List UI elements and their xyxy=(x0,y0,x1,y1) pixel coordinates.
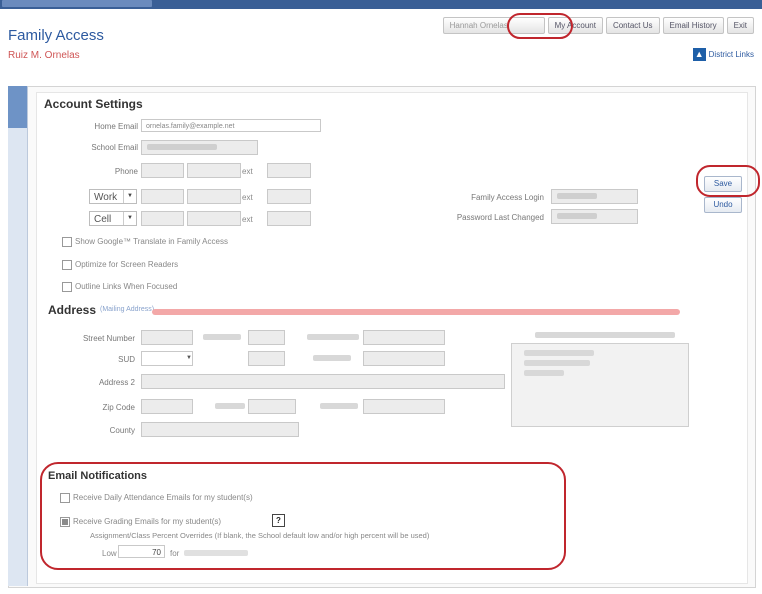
address2-field xyxy=(141,374,505,389)
home-email-field[interactable]: ornelas.family@example.net xyxy=(141,119,321,132)
email-notifications-highlight xyxy=(40,462,566,570)
left-nav-strip xyxy=(8,86,28,586)
phone2-area xyxy=(141,189,184,204)
account-settings-heading: Account Settings xyxy=(44,97,143,111)
zip-code-field xyxy=(141,399,193,414)
po-box-field xyxy=(363,351,445,366)
county-label: County xyxy=(109,426,135,435)
school-email-label: School Email xyxy=(91,143,138,152)
direction-label xyxy=(203,334,241,340)
left-nav-selected[interactable] xyxy=(8,86,27,128)
google-translate-label: Show Google™ Translate in Family Access xyxy=(75,237,228,246)
mailing-line-2 xyxy=(524,360,590,366)
street-number-label: Street Number xyxy=(82,334,135,343)
mailing-address-box xyxy=(511,343,689,427)
address-heading: Address xyxy=(48,303,97,317)
phone3-ext xyxy=(267,211,311,226)
phone-ext xyxy=(267,163,311,178)
google-translate-checkbox[interactable] xyxy=(62,237,72,247)
city-state-label xyxy=(320,403,358,409)
city-state-field xyxy=(363,399,445,414)
nav-contact-us[interactable]: Contact Us xyxy=(605,17,660,34)
direction-field xyxy=(248,330,285,345)
school-email-blur xyxy=(147,144,217,150)
phone-ext-label: ext xyxy=(242,167,253,176)
po-box-label xyxy=(313,355,351,361)
top-nav: Hannah Ornelas My Account Contact Us Ema… xyxy=(442,17,754,34)
mailing-box-label xyxy=(535,332,675,338)
plus4-label xyxy=(215,403,245,409)
password-blur xyxy=(557,213,597,219)
street-number-field xyxy=(141,330,193,345)
chevron-down-icon: ▼ xyxy=(123,212,136,225)
chevron-down-icon: ▼ xyxy=(123,190,136,203)
phone3-number xyxy=(187,211,241,226)
password-last-changed-label: Password Last Changed xyxy=(456,213,544,222)
plus4-field xyxy=(248,399,296,414)
district-links-label: District Links xyxy=(708,50,754,59)
family-access-login-label: Family Access Login xyxy=(471,193,544,202)
nav-email-history[interactable]: Email History xyxy=(662,17,724,34)
address2-label: Address 2 xyxy=(98,378,135,387)
mailing-address-link[interactable]: (Mailing Address) xyxy=(100,306,154,313)
district-links[interactable]: ▲ District Links xyxy=(692,48,754,61)
screen-reader-checkbox[interactable] xyxy=(62,260,72,270)
county-field xyxy=(141,422,299,437)
sud-label: SUD xyxy=(118,355,135,364)
login-blur xyxy=(557,193,597,199)
phone-area xyxy=(141,163,184,178)
phone2-number xyxy=(187,189,241,204)
password-last-changed-field xyxy=(551,209,638,224)
window-title-bar xyxy=(0,0,762,9)
phone-type-1-value: Work xyxy=(94,192,118,203)
phone3-area xyxy=(141,211,184,226)
unit-field xyxy=(248,351,285,366)
nav-exit[interactable]: Exit xyxy=(726,17,754,34)
address-notice xyxy=(152,309,680,315)
building-icon: ▲ xyxy=(692,48,706,61)
my-account-highlight xyxy=(507,13,573,39)
student-name: Ruiz M. Ornelas xyxy=(8,50,80,61)
family-access-login-field xyxy=(551,189,638,204)
zip-code-label: Zip Code xyxy=(102,403,135,412)
save-highlight xyxy=(696,165,760,197)
street-name-label xyxy=(307,334,359,340)
screen-reader-label: Optimize for Screen Readers xyxy=(75,260,179,269)
school-email-field xyxy=(141,140,258,155)
home-email-label: Home Email xyxy=(94,122,138,131)
phone3-ext-label: ext xyxy=(242,215,253,224)
undo-button[interactable]: Undo xyxy=(704,197,742,213)
phone-type-select-2[interactable]: Cell ▼ xyxy=(89,211,137,226)
phone-type-select-1[interactable]: Work ▼ xyxy=(89,189,137,204)
street-name-field xyxy=(363,330,445,345)
page-title: Family Access xyxy=(8,27,104,44)
outline-links-label: Outline Links When Focused xyxy=(75,282,178,291)
window-title xyxy=(2,0,152,7)
phone2-ext-label: ext xyxy=(242,193,253,202)
phone-number xyxy=(187,163,241,178)
phone2-ext xyxy=(267,189,311,204)
sud-select[interactable]: ▼ xyxy=(141,351,193,366)
phone-type-2-value: Cell xyxy=(94,214,112,225)
outline-links-checkbox[interactable] xyxy=(62,282,72,292)
mailing-line-3 xyxy=(524,370,564,376)
phone-label: Phone xyxy=(114,167,138,176)
mailing-line-1 xyxy=(524,350,594,356)
